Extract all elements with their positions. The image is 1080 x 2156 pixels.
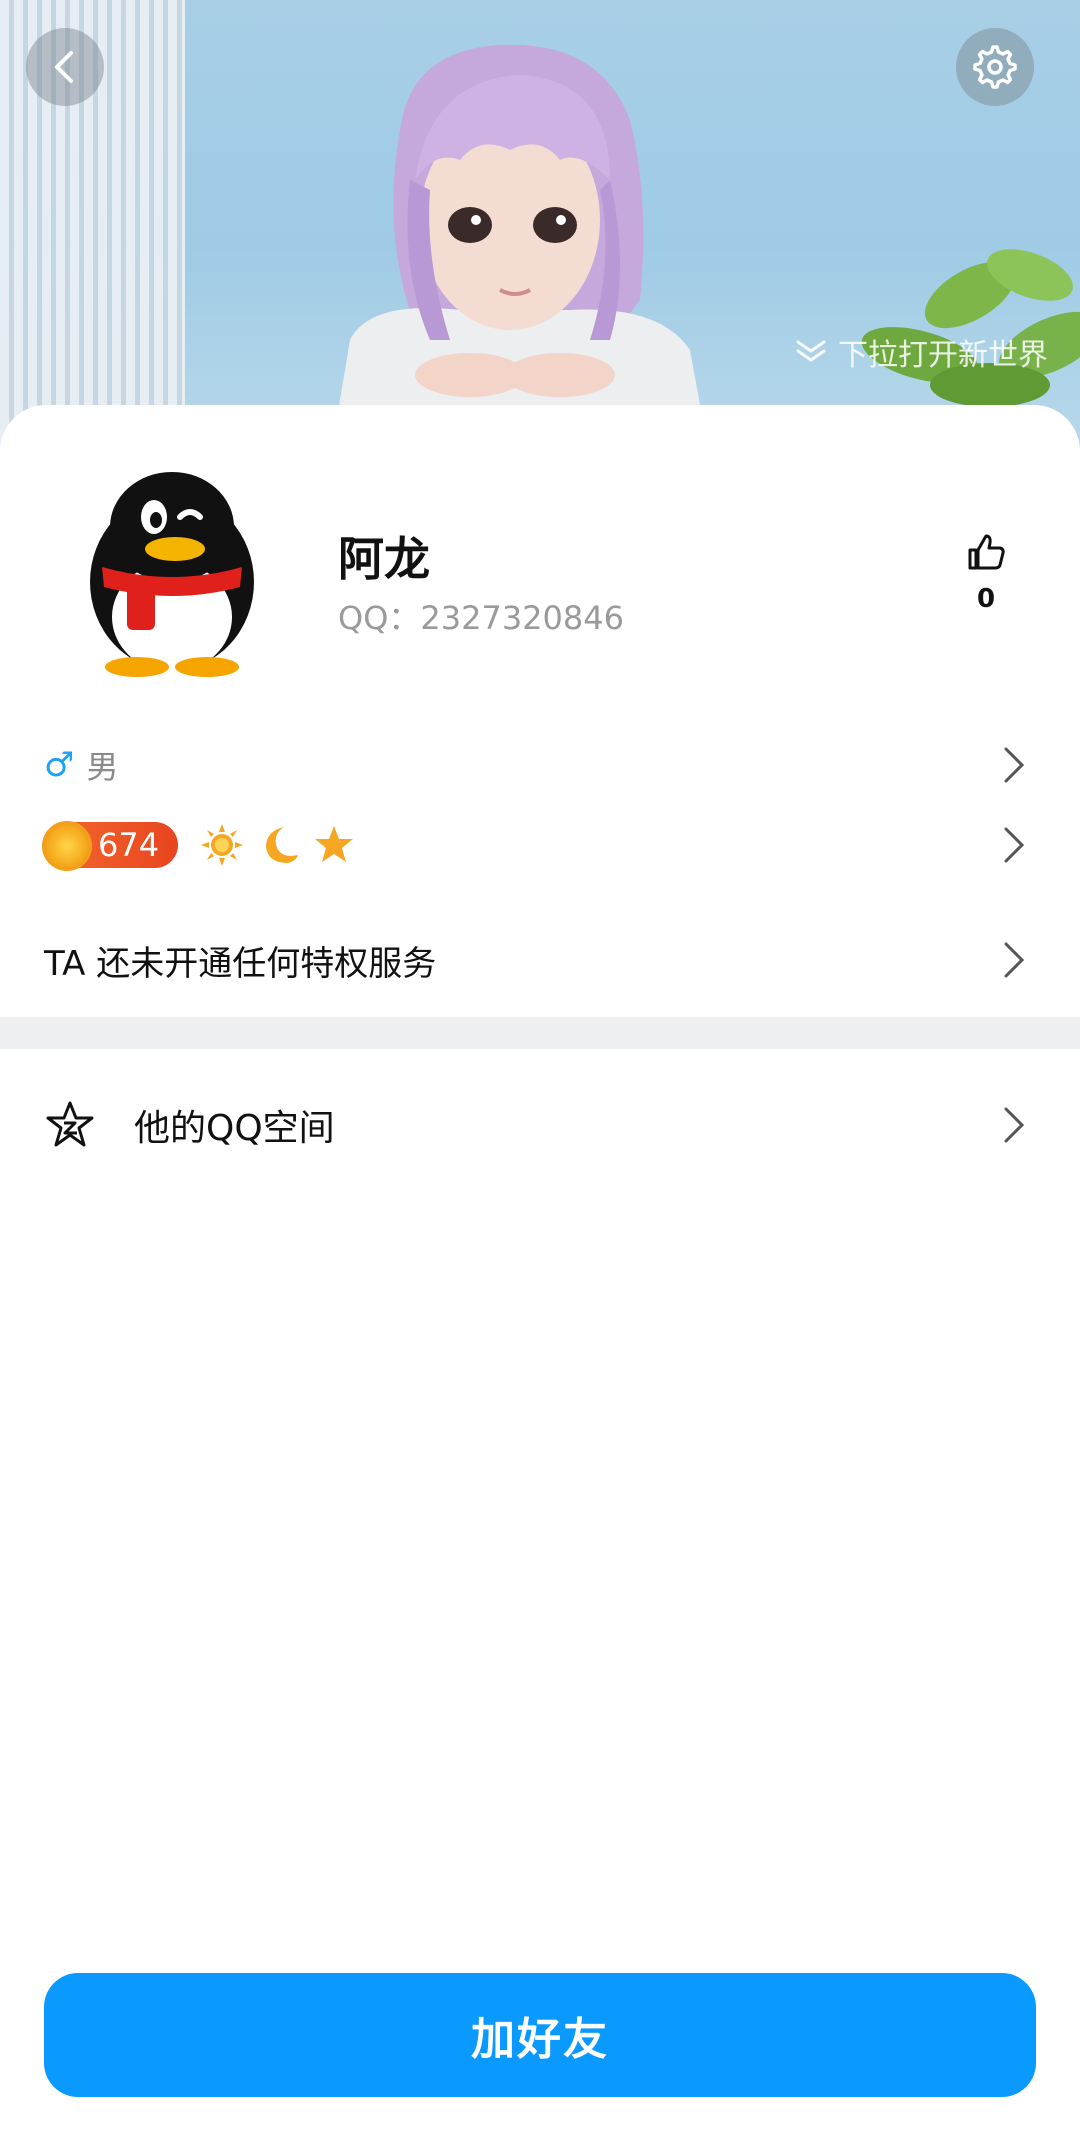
- qzone-label: 他的QQ空间: [134, 1108, 335, 1149]
- back-button[interactable]: [26, 28, 104, 106]
- profile-card: 阿龙 QQ：2327320846 0 ♂ 男 674 TA 还未开通任何特权服务…: [0, 405, 1080, 2156]
- chevron-right-icon: [1004, 942, 1025, 978]
- pull-down-hint[interactable]: 下拉打开新世界: [794, 330, 1048, 374]
- qzone-star-icon: [46, 1101, 94, 1147]
- settings-button[interactable]: [956, 28, 1034, 106]
- qq-penguin-avatar[interactable]: [72, 467, 272, 677]
- star-icon: [315, 826, 353, 862]
- chevron-right-icon: [1004, 1107, 1025, 1143]
- privilege-row[interactable]: TA 还未开通任何特权服务: [0, 925, 1080, 995]
- sun-icon: [201, 824, 243, 866]
- pull-down-hint-text: 下拉打开新世界: [838, 338, 1048, 373]
- chevron-right-icon: [1004, 747, 1025, 783]
- gear-icon: [973, 45, 1017, 89]
- double-chevron-down-icon: [796, 340, 826, 362]
- moon-icon: [266, 827, 298, 863]
- level-icons: [200, 823, 356, 867]
- chevron-left-icon: [55, 51, 73, 83]
- qq-level-row[interactable]: 674: [0, 815, 1080, 875]
- level-coin-icon: [42, 821, 92, 871]
- privilege-text: TA 还未开通任何特权服务: [44, 943, 437, 984]
- like-button[interactable]: 0: [955, 530, 1017, 614]
- qq-number: QQ：2327320846: [338, 599, 624, 637]
- chevron-right-icon: [1004, 827, 1025, 863]
- thumbs-up-icon: [968, 534, 1005, 570]
- gender-text: 男: [86, 748, 119, 786]
- profile-name: 阿龙: [338, 532, 430, 586]
- section-divider: [0, 1017, 1080, 1049]
- profile-banner[interactable]: 下拉打开新世界: [0, 0, 1080, 450]
- qzone-row[interactable]: 他的QQ空间: [0, 1085, 1080, 1165]
- character-illustration: [331, 44, 709, 450]
- level-badge: 674: [42, 821, 178, 871]
- gender-row[interactable]: ♂ 男: [0, 735, 1080, 795]
- male-icon: ♂: [44, 745, 75, 785]
- level-value: 674: [98, 826, 160, 864]
- add-friend-button[interactable]: 加好友: [44, 1973, 1036, 2097]
- like-count: 0: [976, 584, 996, 614]
